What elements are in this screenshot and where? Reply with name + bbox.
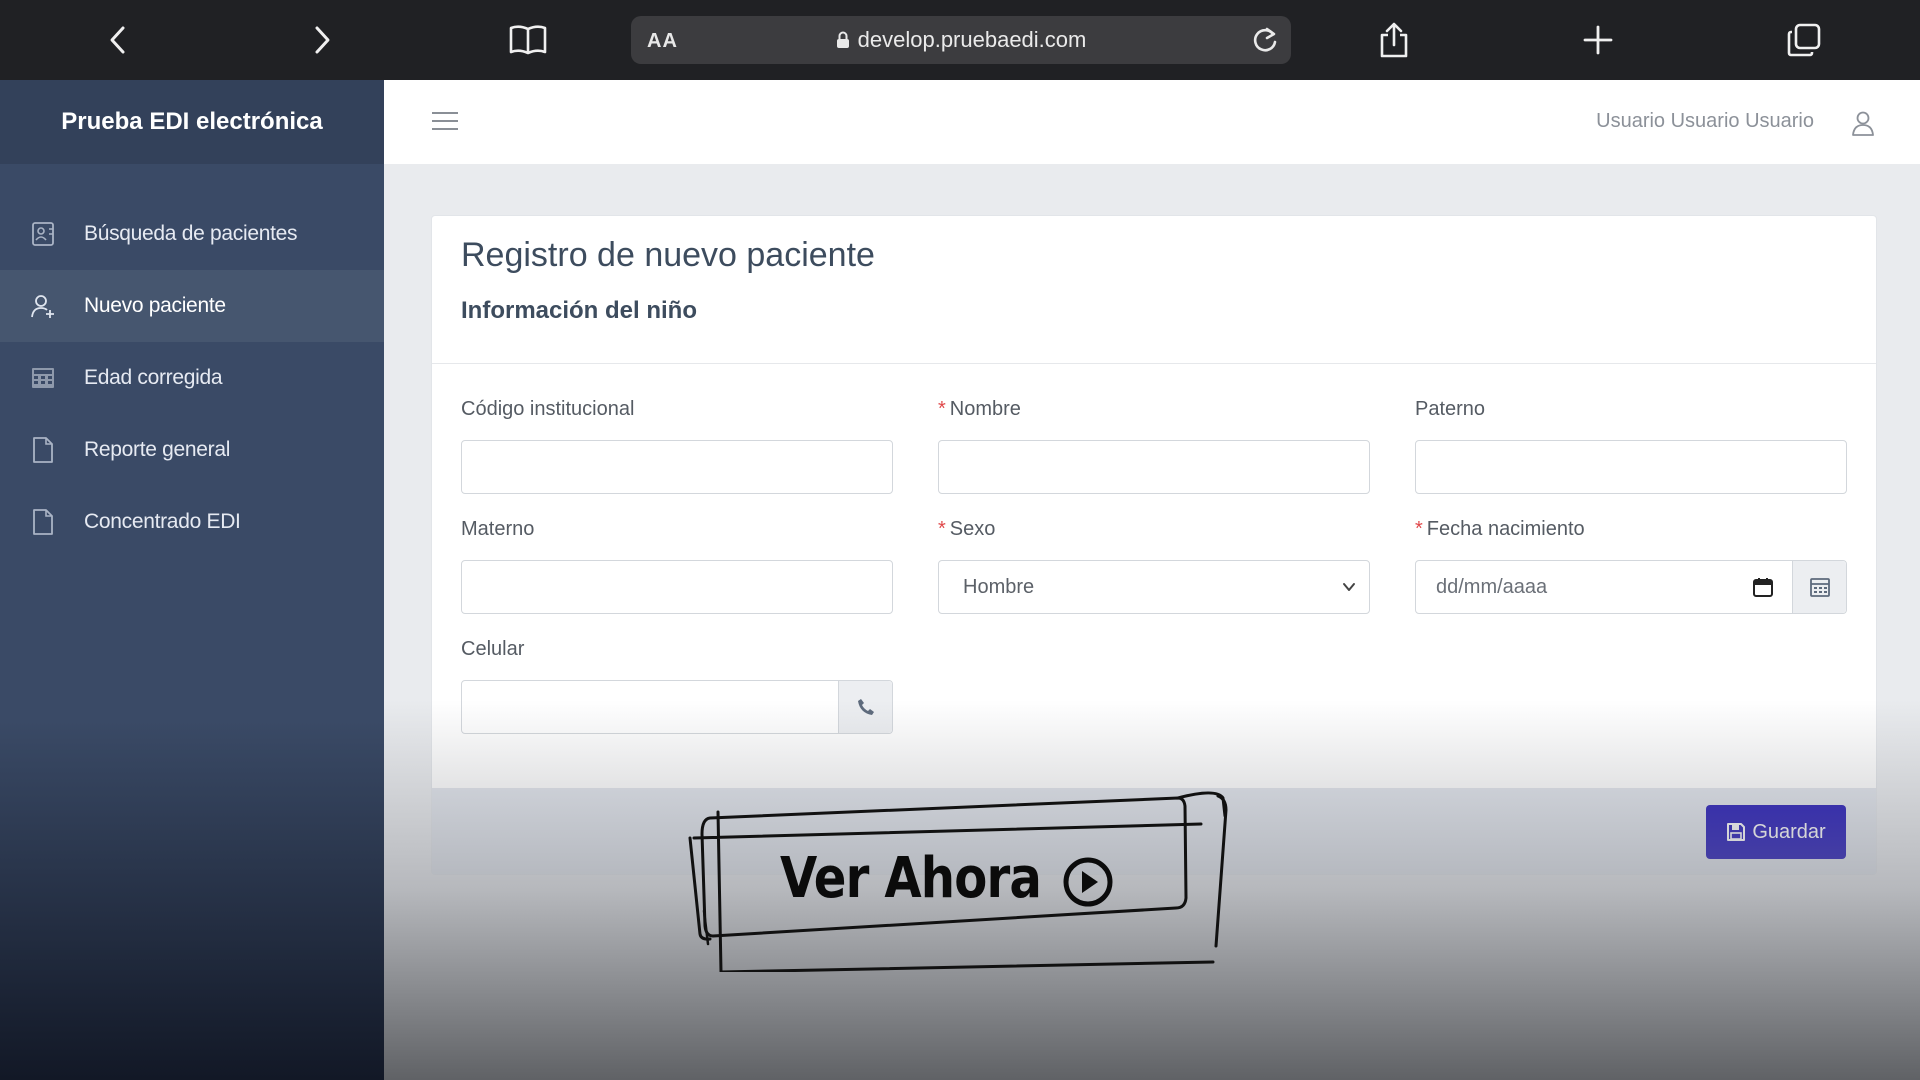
codigo-input[interactable] [461, 440, 893, 494]
required-mark: * [1415, 518, 1423, 540]
paterno-input[interactable] [1415, 440, 1847, 494]
sidebar-item-label: Nuevo paciente [84, 294, 226, 317]
sidebar-item-nuevo-paciente[interactable]: Nuevo paciente [0, 270, 384, 342]
tabs-button[interactable] [1778, 14, 1830, 66]
materno-input[interactable] [461, 560, 893, 614]
field-label: Fecha nacimiento [1426, 518, 1585, 540]
save-label: Guardar [1752, 820, 1826, 843]
bookmarks-button[interactable] [502, 14, 554, 66]
lock-icon [836, 31, 849, 48]
date-placeholder: dd/mm/aaaa [1436, 576, 1548, 598]
share-button[interactable] [1368, 14, 1420, 66]
plus-icon [1583, 25, 1613, 55]
watch-now-label: Ver Ahora [780, 846, 1042, 911]
field-label: Nombre [949, 398, 1021, 420]
calculator-icon [28, 363, 58, 393]
document-icon [28, 435, 58, 465]
sidebar-item-label: Reporte general [84, 438, 231, 461]
fecha-field: * Fecha nacimiento dd/mm/aaaa [1415, 518, 1847, 614]
field-label: Celular [461, 638, 525, 660]
app-brand[interactable]: Prueba EDI electrónica [0, 80, 384, 164]
phone-addon [838, 681, 892, 733]
phone-icon [857, 699, 874, 715]
sidebar-item-reporte-general[interactable]: Reporte general [0, 414, 384, 486]
reload-button[interactable] [1249, 24, 1281, 56]
address-bar[interactable]: AA develop.pruebaedi.com [631, 16, 1291, 64]
top-header: Usuario Usuario Usuario [384, 80, 1920, 164]
field-label: Paterno [1415, 398, 1486, 420]
sidebar-item-edad-corregida[interactable]: Edad corregida [0, 342, 384, 414]
share-icon [1380, 22, 1408, 58]
tabs-icon [1787, 23, 1821, 57]
page-title: Registro de nuevo paciente [461, 236, 875, 274]
sidebar-item-label: Concentrado EDI [84, 510, 241, 533]
sexo-field: * Sexo Hombre [938, 518, 1370, 614]
user-plus-icon [28, 291, 58, 321]
field-label: Código institucional [461, 398, 635, 420]
celular-field: Celular [461, 638, 893, 734]
codigo-field: Código institucional [461, 398, 893, 494]
save-button[interactable]: Guardar [1706, 805, 1846, 859]
sidebar-item-busqueda-pacientes[interactable]: Búsqueda de pacientes [0, 198, 384, 270]
sidebar-item-label: Búsqueda de pacientes [84, 222, 298, 245]
materno-field: Materno [461, 518, 893, 614]
fecha-input[interactable]: dd/mm/aaaa [1415, 560, 1847, 614]
play-circle-icon [1063, 857, 1113, 907]
new-tab-button[interactable] [1572, 14, 1624, 66]
chevron-left-icon [110, 26, 125, 54]
back-button[interactable] [92, 14, 144, 66]
chevron-down-icon [1343, 583, 1355, 591]
address-card-icon [28, 219, 58, 249]
sidebar-nav: Búsqueda de pacientes Nuevo paciente Eda… [0, 198, 384, 558]
card-header: Registro de nuevo paciente Información d… [432, 216, 1876, 364]
nombre-field: * Nombre [938, 398, 1370, 494]
menu-toggle-icon[interactable] [432, 112, 458, 134]
field-label: Sexo [949, 518, 996, 540]
watch-now-button[interactable]: Ver Ahora [688, 786, 1233, 972]
sexo-select[interactable]: Hombre [938, 560, 1370, 614]
date-picker-icon[interactable] [1752, 576, 1774, 598]
reload-icon [1253, 27, 1277, 52]
url-display: develop.pruebaedi.com [631, 27, 1291, 53]
floppy-disk-icon [1727, 823, 1746, 841]
nombre-input[interactable] [938, 440, 1370, 494]
document-icon [28, 507, 58, 537]
section-subtitle: Información del niño [461, 297, 698, 324]
calendar-addon[interactable] [1792, 561, 1846, 613]
open-book-icon [509, 25, 547, 55]
user-icon[interactable] [1850, 110, 1876, 136]
celular-input[interactable] [461, 680, 893, 734]
select-value: Hombre [963, 576, 1035, 598]
forward-button[interactable] [296, 14, 348, 66]
field-label: Materno [461, 518, 535, 540]
sidebar-item-concentrado-edi[interactable]: Concentrado EDI [0, 486, 384, 558]
url-text: develop.pruebaedi.com [857, 27, 1087, 52]
patient-form-card: Registro de nuevo paciente Información d… [431, 215, 1877, 875]
chevron-right-icon [315, 26, 330, 54]
required-mark: * [938, 518, 946, 540]
sidebar-item-label: Edad corregida [84, 366, 223, 389]
sidebar: Prueba EDI electrónica Búsqueda de pacie… [0, 80, 384, 1080]
required-mark: * [938, 398, 946, 420]
paterno-field: Paterno [1415, 398, 1847, 494]
calendar-icon [1809, 578, 1830, 597]
browser-toolbar: AA develop.pruebaedi.com [0, 0, 1920, 80]
user-name[interactable]: Usuario Usuario Usuario [1596, 110, 1814, 133]
